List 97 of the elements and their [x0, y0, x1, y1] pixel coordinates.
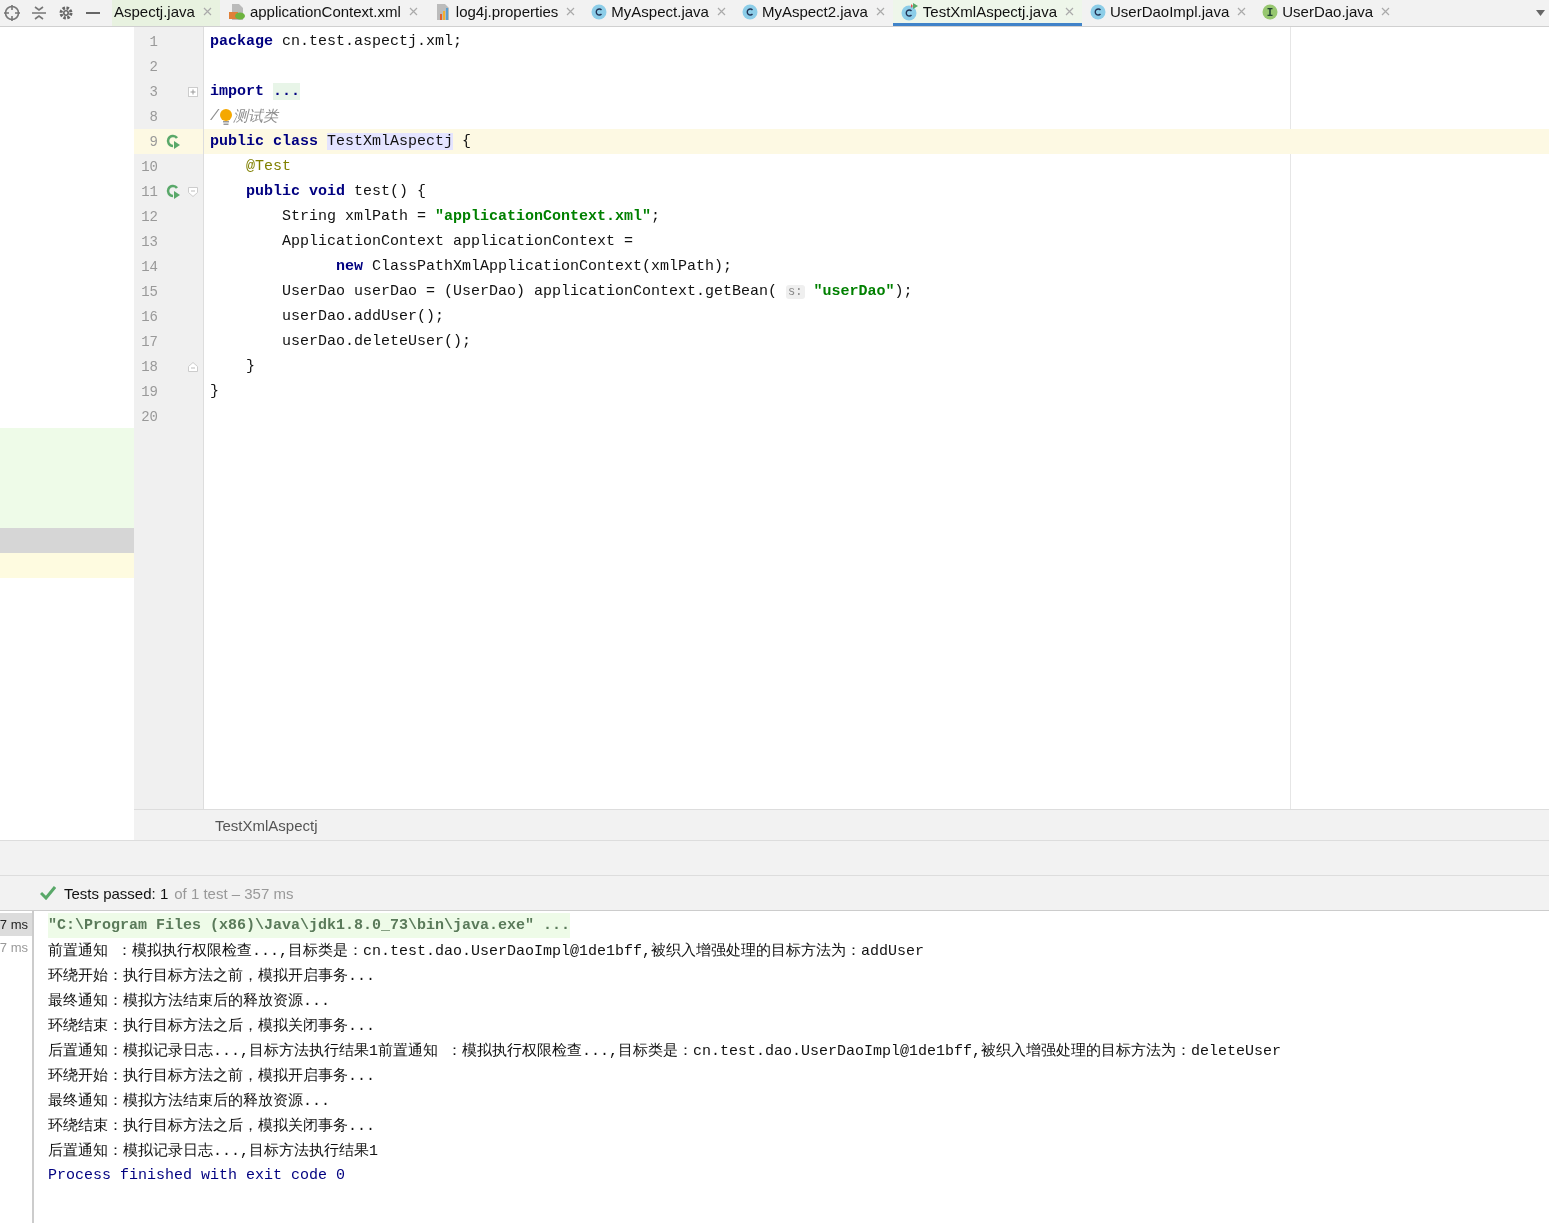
- code-text: String xmlPath =: [281, 208, 428, 225]
- tab-label: MyAspect.java: [611, 3, 709, 20]
- close-icon[interactable]: [875, 7, 885, 16]
- console-line: 后置通知：模拟记录日志...,目标方法执行结果1: [48, 1141, 379, 1162]
- code-text: userDao.addUser();: [281, 308, 445, 325]
- code-text: /: [210, 108, 219, 125]
- close-icon[interactable]: [566, 7, 576, 16]
- code-text: }: [210, 383, 219, 400]
- tab-label: applicationContext.xml: [249, 3, 401, 20]
- editor-tab[interactable]: log4j.properties: [425, 0, 584, 26]
- code-text[interactable]: ...: [273, 83, 301, 100]
- console-line: 前置通知 ：模拟执行权限检查...,目标类是：cn.test.dao.UserDaoImpl@1de1bff,被织入增强处理的目标方法为：addUser: [48, 941, 926, 962]
- line-number: 18: [140, 358, 158, 375]
- test-class-icon: [900, 2, 919, 21]
- editor-tab[interactable]: Aspectj.java: [112, 0, 220, 26]
- run-icon[interactable]: [165, 133, 181, 150]
- console-line: 最终通知：模拟方法结束后的释放资源...: [48, 1091, 331, 1112]
- editor-tab[interactable]: MyAspect.java: [583, 0, 734, 26]
- class-icon: [741, 3, 758, 20]
- test-duration[interactable]: 7 ms: [0, 913, 32, 936]
- xml-file-icon: [227, 2, 246, 21]
- code-text: UserDao userDao = (UserDao) applicationContext.getBean(: [281, 283, 779, 300]
- run-icon[interactable]: [165, 183, 181, 200]
- class-icon: [591, 3, 608, 20]
- code-text: "userDao": [812, 283, 895, 300]
- line-number: 8: [148, 108, 158, 125]
- line-number: 1: [148, 33, 158, 50]
- code-text: ApplicationContext applicationContext =: [281, 233, 634, 250]
- line-number: 13: [140, 233, 158, 250]
- close-icon[interactable]: [1237, 7, 1247, 16]
- console-line: 最终通知：模拟方法结束后的释放资源...: [48, 991, 331, 1012]
- close-icon[interactable]: [408, 7, 418, 16]
- tab-label: UserDao.java: [1282, 3, 1374, 20]
- code-text: userDao.deleteUser();: [281, 333, 472, 350]
- breadcrumb[interactable]: TestXmlAspectj: [215, 816, 318, 834]
- code-text: s:: [786, 284, 805, 299]
- code-text: }: [245, 358, 255, 375]
- close-icon[interactable]: [1381, 7, 1391, 16]
- code-text: @Test: [245, 158, 291, 175]
- code-text: import: [210, 83, 265, 100]
- line-number: 19: [140, 383, 158, 400]
- code-text: cn.test.aspectj.xml;: [281, 33, 463, 50]
- tab-label: UserDaoImpl.java: [1110, 3, 1230, 20]
- tab-label: MyAspect2.java: [761, 3, 868, 20]
- close-icon[interactable]: [202, 7, 212, 16]
- fold-icon[interactable]: [188, 186, 198, 197]
- code-text: test() {: [353, 183, 427, 200]
- line-number: 17: [140, 333, 158, 350]
- console-line: 环绕开始：执行目标方法之前，模拟开启事务...: [48, 966, 376, 987]
- code-text: new: [335, 258, 364, 275]
- code-text: 测试类: [233, 107, 278, 126]
- line-number: 10: [140, 158, 158, 175]
- check-icon: [40, 886, 56, 900]
- code-text: ClassPathXmlApplicationContext(xmlPath);: [371, 258, 733, 275]
- console-line: 后置通知：模拟记录日志...,目标方法执行结果1前置通知 ：模拟执行权限检查...,目标类是：cn.test.dao.UserDaoImpl@1de1bff,被织入增强处理的目标方法为：deleteUser: [48, 1041, 1283, 1062]
- editor-tab[interactable]: UserDao.java: [1254, 0, 1399, 26]
- tab-label: Aspectj.java: [114, 3, 195, 20]
- close-icon[interactable]: [716, 7, 726, 16]
- line-number: 11: [140, 183, 158, 200]
- code-text: );: [894, 283, 913, 300]
- line-number: 9: [148, 133, 158, 150]
- code-text: public void: [245, 183, 346, 200]
- editor-tab[interactable]: TestXmlAspectj.java: [892, 0, 1082, 26]
- line-number: 20: [140, 408, 158, 425]
- class-icon: [1090, 3, 1106, 20]
- interface-icon: [1262, 3, 1279, 20]
- code-text: {: [461, 133, 472, 150]
- code-text: ;: [651, 208, 661, 225]
- fold-icon[interactable]: [188, 86, 198, 97]
- tab-label: log4j.properties: [455, 3, 559, 20]
- editor-tab[interactable]: MyAspect2.java: [733, 0, 893, 26]
- editor-tab[interactable]: applicationContext.xml: [219, 0, 426, 26]
- line-number: 3: [148, 83, 158, 100]
- line-number: 12: [140, 208, 158, 225]
- dropdown-icon[interactable]: [1536, 10, 1545, 16]
- settings-icon[interactable]: [57, 4, 75, 22]
- target-icon[interactable]: [3, 4, 21, 22]
- console-line: 环绕开始：执行目标方法之前，模拟开启事务...: [48, 1066, 376, 1087]
- fold-icon[interactable]: [188, 361, 198, 372]
- tab-label: TestXmlAspectj.java: [922, 3, 1057, 20]
- status-text: Tests passed: 1: [64, 884, 169, 902]
- close-icon[interactable]: [1065, 7, 1074, 16]
- line-number: 14: [140, 258, 158, 275]
- code-text: public class: [210, 133, 320, 150]
- collapse-icon[interactable]: [30, 4, 48, 22]
- console-line: Process finished with exit code 0: [48, 1166, 347, 1186]
- lightbulb-icon[interactable]: [219, 107, 233, 126]
- code-text: package: [210, 33, 273, 50]
- console-line: 环绕结束：执行目标方法之后，模拟关闭事务...: [48, 1116, 376, 1137]
- code-text: "applicationContext.xml": [435, 208, 652, 225]
- line-number: 2: [148, 58, 158, 75]
- editor-tab[interactable]: UserDaoImpl.java: [1082, 0, 1255, 26]
- console-line: 环绕结束：执行目标方法之后，模拟关闭事务...: [48, 1016, 376, 1037]
- code-text: TestXmlAspectj: [327, 133, 454, 150]
- line-number: 16: [140, 308, 158, 325]
- status-detail: of 1 test – 357 ms: [174, 884, 294, 902]
- line-number: 15: [140, 283, 158, 300]
